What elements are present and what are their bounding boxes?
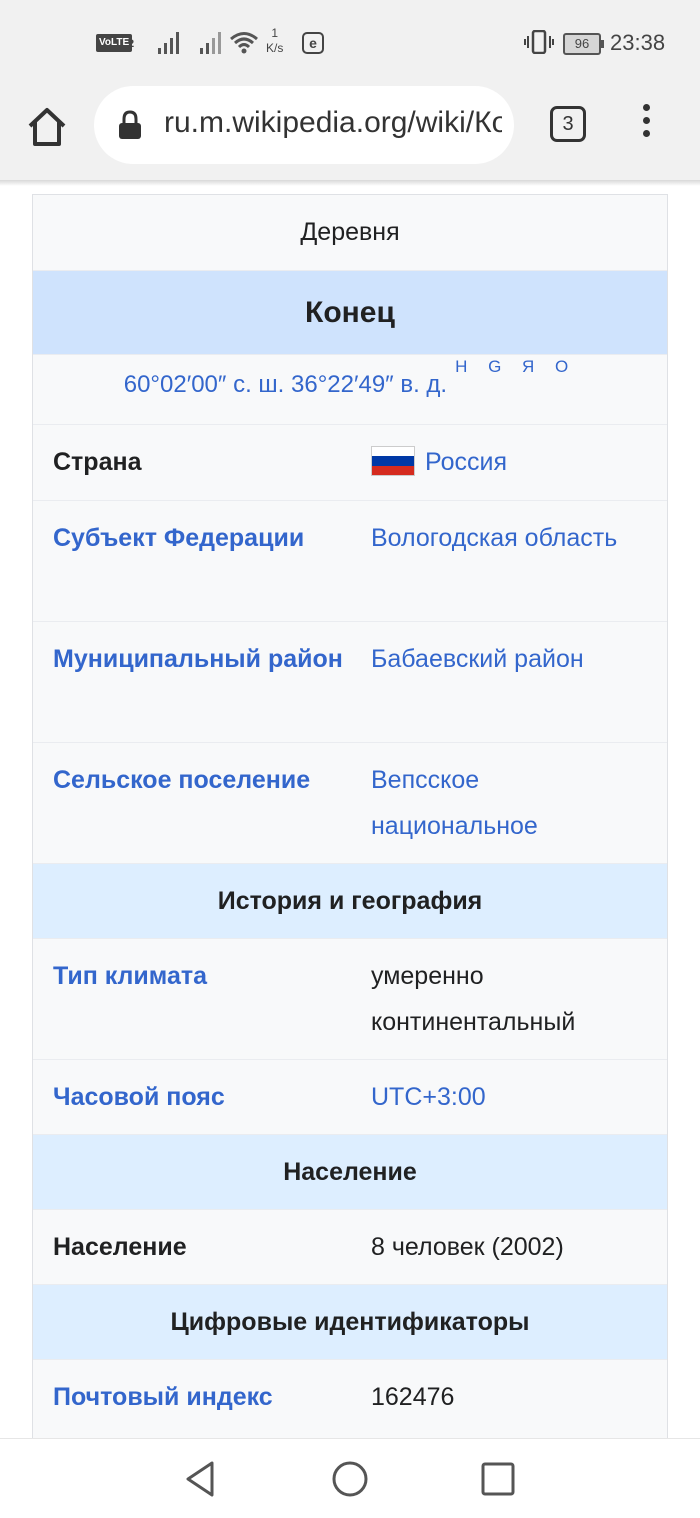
- settlement-value[interactable]: Вепсское национальное: [349, 743, 667, 863]
- url-text[interactable]: ru.m.wikipedia.org/wiki/Конец: [164, 106, 502, 140]
- climate-label[interactable]: Тип климата: [33, 939, 349, 1059]
- infobox-row-postcode: Почтовый индекс 162476: [33, 1359, 667, 1439]
- vibrate-icon: [524, 30, 554, 54]
- municipal-value[interactable]: Бабаевский район: [349, 622, 667, 742]
- coordinates-link[interactable]: 60°02′00″ с. ш. 36°22′49″ в. д.: [124, 371, 447, 399]
- clock: 23:38: [610, 30, 666, 55]
- postcode-label[interactable]: Почтовый индекс: [33, 1360, 349, 1439]
- subject-label[interactable]: Субъект Федерации: [33, 501, 349, 621]
- infobox-row-population: Население 8 человек (2002): [33, 1209, 667, 1284]
- infobox-type: Деревня: [300, 218, 400, 246]
- population-label: Население: [53, 1233, 187, 1261]
- circle-home-icon[interactable]: [330, 1459, 370, 1499]
- menu-dot: [642, 104, 650, 111]
- section-identifiers: Цифровые идентификаторы: [33, 1284, 667, 1359]
- municipal-label[interactable]: Муниципальный район: [33, 622, 349, 742]
- timezone-value[interactable]: UTC+3:00: [349, 1060, 667, 1134]
- volte-indicator: VoLTE: [96, 34, 133, 52]
- cell-signal-2-icon: [200, 32, 221, 54]
- wifi-icon: [230, 32, 258, 54]
- cell-signal-1-icon: [158, 32, 179, 54]
- toolbar-shadow: [0, 180, 700, 186]
- triangle-back-icon[interactable]: [180, 1459, 220, 1499]
- home-icon[interactable]: [24, 104, 70, 150]
- subject-value[interactable]: Вологодская область: [349, 501, 667, 621]
- sim-slot-indicator: 2: [128, 38, 135, 50]
- settlement-label[interactable]: Сельское поселение: [33, 743, 349, 863]
- network-speed-value: 1: [271, 26, 279, 40]
- infobox-row-subject: Субъект Федерации Вологодская область: [33, 500, 667, 621]
- infobox-row-timezone: Часовой пояс UTC+3:00: [33, 1059, 667, 1134]
- country-label: Страна: [53, 448, 142, 476]
- section-population: Население: [33, 1134, 667, 1209]
- infobox-row-municipal: Муниципальный район Бабаевский район: [33, 621, 667, 742]
- climate-value: умеренно континентальный: [371, 962, 576, 1036]
- battery-icon: 96: [563, 33, 604, 55]
- section-history: История и география: [33, 863, 667, 938]
- population-value: 8 человек (2002): [371, 1233, 564, 1261]
- map-service-links[interactable]: H G Я O: [455, 357, 576, 377]
- network-speed-unit: K/s: [266, 41, 284, 55]
- menu-dot: [642, 130, 650, 137]
- system-navigation-bar: [0, 1438, 700, 1518]
- lock-icon: [119, 110, 141, 139]
- more-vert-icon[interactable]: [636, 104, 656, 144]
- browser-toolbar: ru.m.wikipedia.org/wiki/Конец 3: [0, 86, 700, 180]
- postcode-value: 162476: [371, 1383, 455, 1411]
- country-value[interactable]: Россия: [349, 425, 667, 500]
- timezone-label[interactable]: Часовой пояс: [33, 1060, 349, 1134]
- russia-flag-icon: [371, 446, 415, 476]
- infobox-row-settlement: Сельское поселение Вепсское национальное: [33, 742, 667, 863]
- infobox-title: Конец: [33, 270, 667, 354]
- square-recents-icon[interactable]: [478, 1459, 518, 1499]
- address-bar[interactable]: ru.m.wikipedia.org/wiki/Конец: [94, 86, 514, 164]
- menu-dot: [642, 117, 650, 124]
- tab-switcher-icon[interactable]: 3: [550, 106, 586, 142]
- infobox-row-country: Страна Россия: [33, 424, 667, 500]
- infobox: Деревня Конец 60°02′00″ с. ш. 36°22′49″ …: [32, 194, 668, 1440]
- country-link[interactable]: Россия: [425, 448, 507, 476]
- e-notification-icon: e: [302, 32, 324, 54]
- coordinates-row: 60°02′00″ с. ш. 36°22′49″ в. д. H G Я O: [33, 354, 667, 424]
- status-bar: VoLTE 2 1 K/s e 96 23:38: [0, 0, 700, 86]
- infobox-row-climate: Тип климата умеренно континентальный: [33, 938, 667, 1059]
- network-speed: 1 K/s: [266, 26, 283, 56]
